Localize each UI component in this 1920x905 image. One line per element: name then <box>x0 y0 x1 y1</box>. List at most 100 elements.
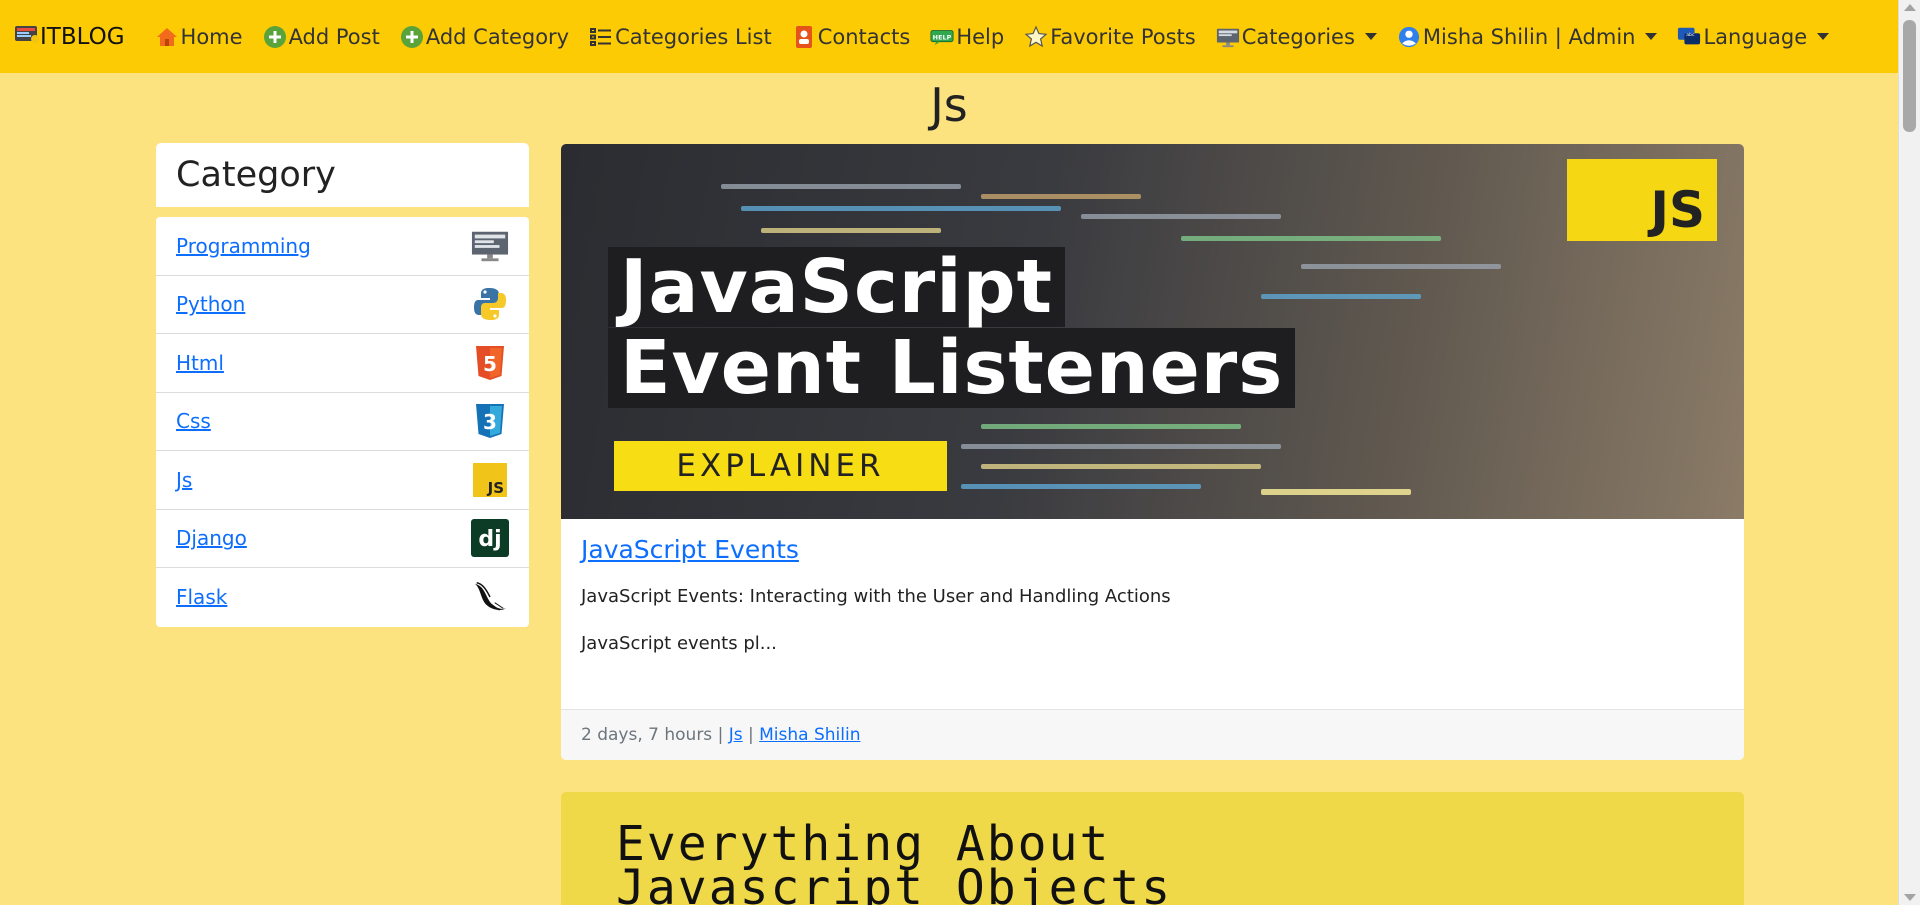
hero-js-logo: JS <box>1567 159 1717 241</box>
post-category-link[interactable]: Js <box>729 725 743 745</box>
post-time: 2 days, 7 hours | <box>581 725 724 745</box>
svg-text:JS: JS <box>487 479 504 497</box>
hero-title-line1: JavaScript <box>608 247 1066 327</box>
scroll-down-arrow-icon[interactable] <box>1904 894 1916 901</box>
code-line <box>721 184 961 189</box>
django-icon: dj <box>471 519 509 558</box>
post-card-2[interactable]: Everything About Javascript Objects <box>561 792 1744 905</box>
code-line <box>741 206 1061 211</box>
user-icon <box>1397 25 1421 49</box>
nav-categories-list[interactable]: Categories List <box>589 25 772 49</box>
hero-explainer-badge: EXPLAINER <box>614 441 947 491</box>
list-icon <box>589 25 613 49</box>
scroll-thumb[interactable] <box>1903 20 1916 132</box>
html5-icon: 5 <box>471 344 509 382</box>
python-icon <box>471 285 509 323</box>
page-scrollbar[interactable] <box>1898 0 1920 905</box>
nav-add-post[interactable]: Add Post <box>263 25 380 49</box>
category-item-django: Django dj <box>156 510 529 568</box>
post-hero-image[interactable]: JS JavaScript Event Listeners EXPLAINER <box>561 144 1744 519</box>
scroll-up-arrow-icon[interactable] <box>1904 4 1916 11</box>
post-summary: JavaScript Events: Interacting with the … <box>581 586 1171 607</box>
category-item-html: Html 5 <box>156 334 529 393</box>
nav-language-dropdown[interactable]: abc Language <box>1677 24 1830 49</box>
add-icon <box>263 25 287 49</box>
svg-text:HELP: HELP <box>933 33 952 41</box>
hero-title-line2: Event Listeners <box>608 328 1296 408</box>
brand-name: ITBLOG <box>40 23 125 50</box>
post-card: JS JavaScript Event Listeners EXPLAINER … <box>561 144 1744 760</box>
code-line <box>1181 236 1441 241</box>
svg-text:abc: abc <box>1687 32 1696 38</box>
star-icon <box>1024 25 1048 49</box>
add-icon <box>400 25 424 49</box>
svg-text:dj: dj <box>478 527 501 552</box>
category-link-programming[interactable]: Programming <box>176 234 311 258</box>
nav-help-label: Help <box>956 24 1005 49</box>
top-navbar: ITBLOG Home Add Post Add Category Catego… <box>0 0 1898 73</box>
category-item-css: Css 3 <box>156 393 529 451</box>
post2-hero-text: Everything About Javascript Objects <box>616 816 1173 905</box>
nav-home-label: Home <box>180 24 243 49</box>
post-footer: 2 days, 7 hours | Js | Misha Shilin <box>561 709 1744 760</box>
chevron-down-icon <box>1645 33 1658 40</box>
chevron-down-icon <box>1817 33 1830 40</box>
code-line <box>961 484 1201 489</box>
category-item-flask: Flask <box>156 568 529 627</box>
language-icon: abc <box>1677 25 1701 49</box>
nav-user-label: Misha Shilin | Admin <box>1422 24 1636 49</box>
nav-add-category-label: Add Category <box>425 24 570 49</box>
js-icon: JS <box>471 461 509 499</box>
monitor-icon <box>1216 25 1240 49</box>
svg-text:5: 5 <box>483 352 497 376</box>
nav-help[interactable]: HELP Help <box>930 25 1004 49</box>
page-title: Js <box>930 78 968 132</box>
category-link-js[interactable]: Js <box>176 468 192 492</box>
post-excerpt: JavaScript events pl... <box>581 633 777 654</box>
brand-link[interactable]: ITBLOG <box>14 23 125 51</box>
category-link-html[interactable]: Html <box>176 351 224 375</box>
code-line <box>1081 214 1281 219</box>
category-link-css[interactable]: Css <box>176 409 211 433</box>
code-line <box>981 424 1241 429</box>
nav-add-post-label: Add Post <box>288 24 380 49</box>
category-item-python: Python <box>156 276 529 334</box>
nav-favorite-posts[interactable]: Favorite Posts <box>1024 24 1196 49</box>
nav-add-category[interactable]: Add Category <box>400 25 569 49</box>
post-card-body: JavaScript Events JavaScript Events: Int… <box>561 519 1744 696</box>
nav-categories-list-label: Categories List <box>615 24 772 49</box>
category-item-js: Js JS <box>156 451 529 510</box>
post-author-link[interactable]: Misha Shilin <box>759 725 860 745</box>
code-line <box>761 228 941 233</box>
home-icon <box>155 25 179 49</box>
code-line <box>1261 294 1421 299</box>
category-list: Programming Python Html 5 Css 3 Js JS Dj… <box>156 217 529 627</box>
category-link-django[interactable]: Django <box>176 526 247 550</box>
nav-favorite-posts-label: Favorite Posts <box>1050 24 1196 49</box>
svg-text:3: 3 <box>483 410 497 434</box>
contacts-icon <box>792 25 816 49</box>
category-header: Category <box>156 143 529 207</box>
nav-user-dropdown[interactable]: Misha Shilin | Admin <box>1397 25 1658 49</box>
nav-language-label: Language <box>1703 24 1808 49</box>
nav-categories-dropdown[interactable]: Categories <box>1216 25 1377 49</box>
css3-icon: 3 <box>471 402 509 440</box>
code-line <box>981 194 1141 199</box>
nav-contacts-label: Contacts <box>817 24 911 49</box>
code-line <box>981 464 1261 469</box>
blog-logo-icon <box>14 23 40 51</box>
post-title-link[interactable]: JavaScript Events <box>581 535 799 564</box>
category-link-flask[interactable]: Flask <box>176 585 227 609</box>
flask-icon <box>471 578 509 616</box>
help-icon: HELP <box>930 25 954 49</box>
code-line <box>961 444 1281 449</box>
nav-contacts[interactable]: Contacts <box>792 24 911 49</box>
post-separator: | <box>748 725 754 745</box>
category-link-python[interactable]: Python <box>176 292 245 316</box>
nav-categories-label: Categories <box>1241 24 1355 49</box>
chevron-down-icon <box>1364 33 1377 40</box>
category-item-programming: Programming <box>156 217 529 276</box>
nav-home[interactable]: Home <box>155 25 243 49</box>
monitor-icon <box>471 227 509 265</box>
code-line <box>1301 264 1501 269</box>
